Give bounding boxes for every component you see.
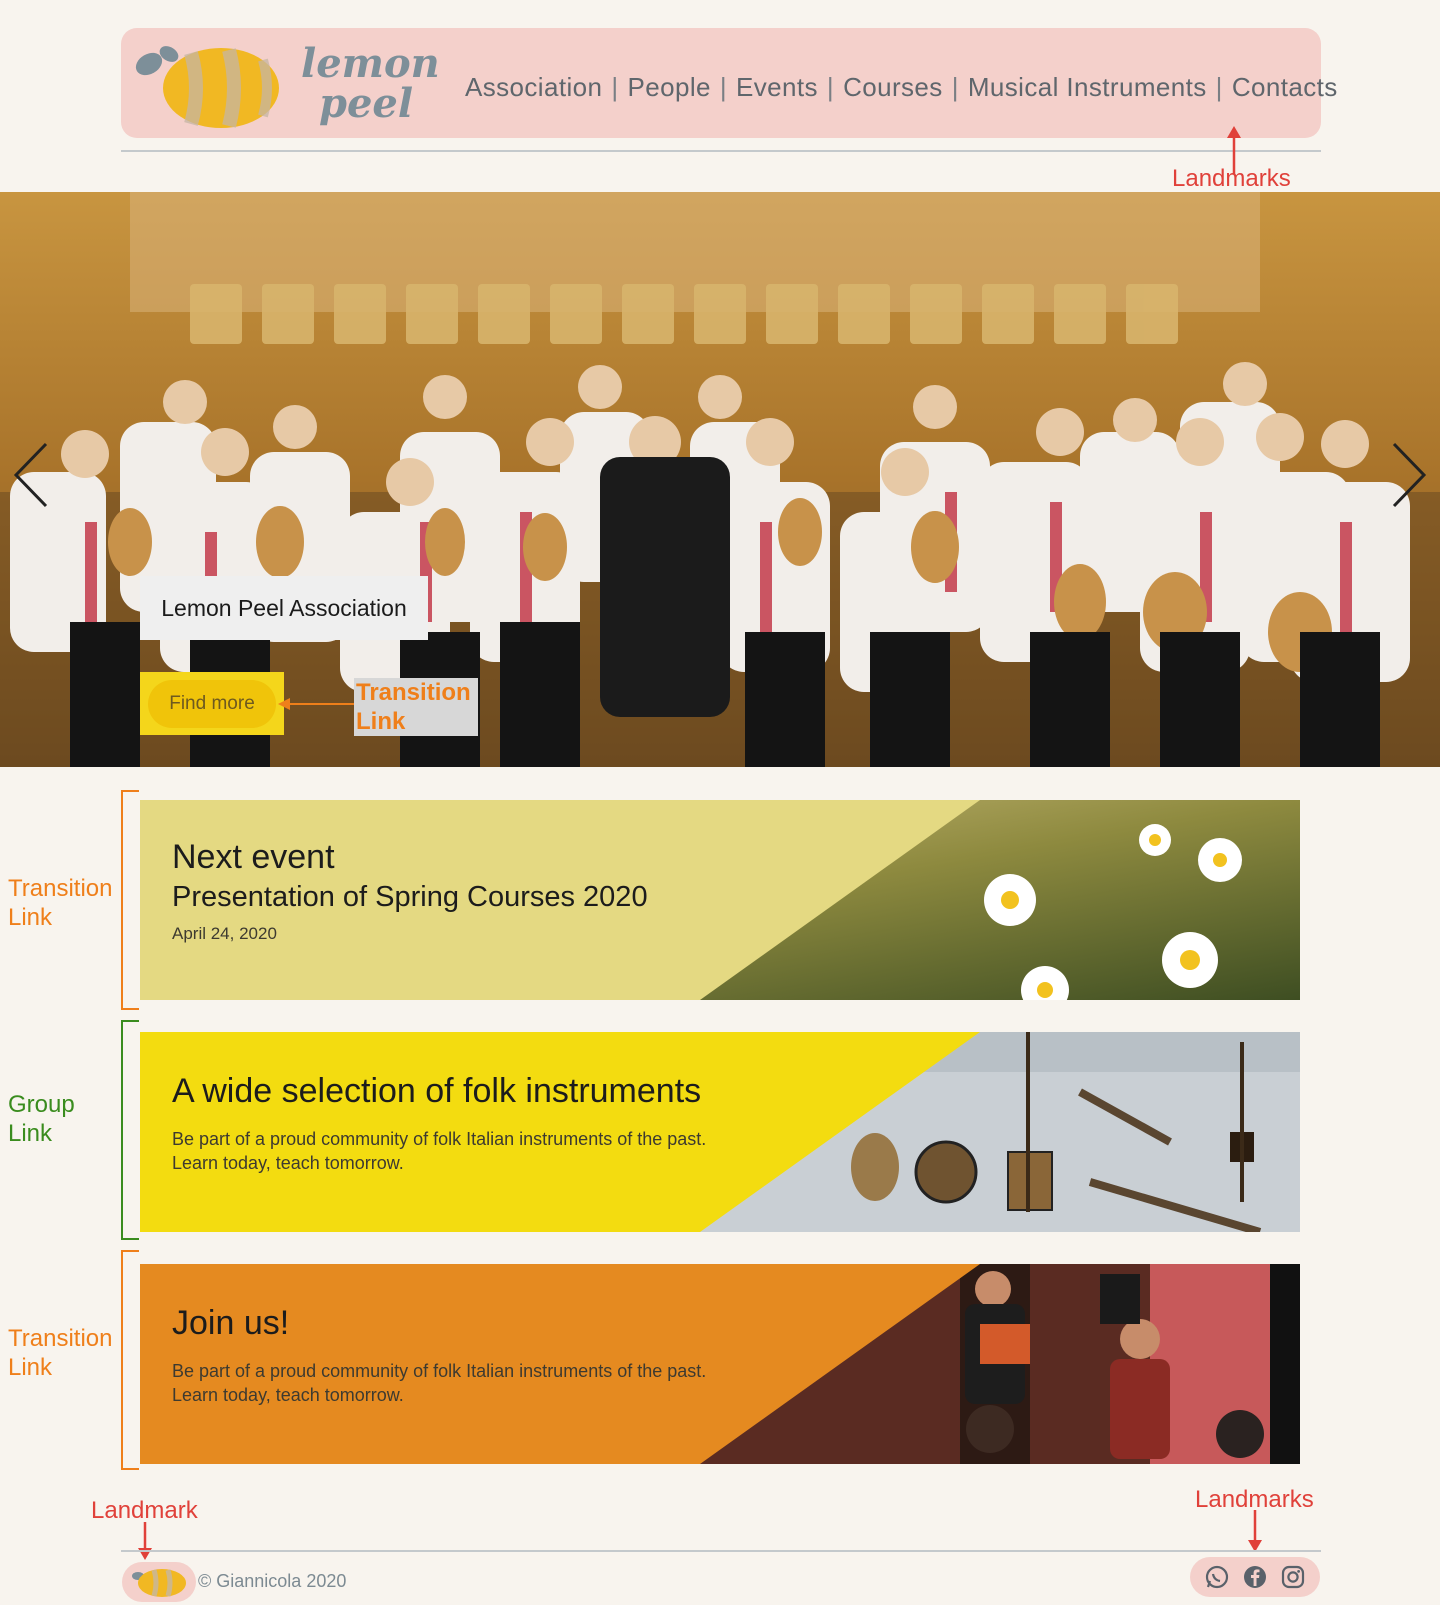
copyright-text: © Giannicola 2020	[198, 1571, 347, 1591]
annotation-transition-link-card1: Transition Link	[8, 874, 112, 932]
footer-logo[interactable]	[122, 1562, 196, 1602]
card-heading: Join us!	[172, 1304, 290, 1342]
event-date: April 24, 2020	[172, 924, 277, 943]
nav-events[interactable]: Events	[736, 72, 818, 103]
logo-text-lemon: lemon	[301, 40, 440, 87]
annotation-line: Transition	[8, 875, 113, 902]
annotation-line: Transition	[8, 1325, 113, 1352]
site-header: lemon peel Association | People | Events…	[121, 28, 1337, 138]
annotation-line: Link	[8, 904, 53, 931]
annotation-bracket-card3	[121, 1250, 139, 1470]
logo[interactable]: lemon peel	[121, 28, 441, 138]
nav-separator: |	[719, 72, 728, 102]
nav-separator: |	[826, 72, 835, 102]
annotation-bracket-card2	[121, 1020, 139, 1240]
facebook-icon[interactable]	[1242, 1564, 1268, 1590]
annotation-group-link-card2: Group Link	[8, 1090, 75, 1148]
card-body-line: Learn today, teach tomorrow.	[172, 1153, 404, 1173]
whatsapp-icon[interactable]	[1204, 1564, 1230, 1590]
card-heading: A wide selection of folk instruments	[172, 1072, 702, 1110]
annotation-line: Group	[8, 1091, 75, 1118]
nav-musical-instruments[interactable]: Musical Instruments	[968, 72, 1207, 103]
card-text: A wide selection of folk instruments Be …	[172, 1072, 706, 1175]
nav-people[interactable]: People	[628, 72, 711, 103]
nav-separator: |	[951, 72, 959, 102]
carousel-prev-icon[interactable]	[10, 440, 52, 510]
main-nav: Association | People | Events | Courses …	[465, 72, 1338, 103]
find-more-button[interactable]: Find more	[148, 680, 276, 728]
instagram-icon[interactable]	[1280, 1564, 1306, 1590]
social-links	[1190, 1557, 1320, 1597]
nav-association[interactable]: Association	[465, 72, 602, 103]
join-us-card[interactable]: Join us! Be part of a proud community of…	[140, 1264, 1300, 1464]
annotation-landmarks-top: Landmarks	[1172, 165, 1291, 192]
card-body-line: Be part of a proud community of folk Ita…	[172, 1361, 707, 1381]
annotation-transition-link-card3: Transition Link	[8, 1324, 112, 1382]
next-event-card[interactable]: Next event Presentation of Spring Course…	[140, 800, 1300, 1000]
annotation-line: Link	[8, 1354, 53, 1381]
nav-contacts[interactable]: Contacts	[1232, 72, 1338, 103]
annotation-line: Link	[356, 708, 406, 735]
hero-title: Lemon Peel Association	[140, 576, 428, 640]
nav-separator: |	[1215, 72, 1223, 102]
nav-separator: |	[611, 72, 619, 102]
logo-text-peel: peel	[319, 80, 414, 127]
annotation-arrow-down-icon	[1248, 1510, 1262, 1552]
card-body-line: Be part of a proud community of folk Ita…	[172, 1129, 707, 1149]
header-divider	[121, 150, 1321, 152]
annotation-line: Transition	[356, 679, 471, 706]
footer-divider	[121, 1550, 1321, 1552]
annotation-transition-link-hero: Transition Link	[354, 678, 478, 736]
annotation-line: Link	[8, 1120, 53, 1147]
annotation-arrow-down-icon	[138, 1522, 152, 1560]
lemon-logo-icon	[132, 1569, 186, 1597]
instruments-card[interactable]: A wide selection of folk instruments Be …	[140, 1032, 1300, 1232]
nav-courses[interactable]: Courses	[843, 72, 943, 103]
annotation-bracket-card1	[121, 790, 139, 1010]
card-heading: Next event	[172, 838, 335, 876]
card-text: Next event Presentation of Spring Course…	[172, 838, 648, 944]
annotation-landmark-footer: Landmark	[91, 1497, 198, 1524]
card-subheading: Presentation of Spring Courses 2020	[172, 881, 648, 913]
annotation-arrow-left-icon	[278, 698, 356, 710]
card-body-line: Learn today, teach tomorrow.	[172, 1385, 404, 1405]
carousel-next-icon[interactable]	[1388, 440, 1430, 510]
card-text: Join us! Be part of a proud community of…	[172, 1304, 706, 1407]
